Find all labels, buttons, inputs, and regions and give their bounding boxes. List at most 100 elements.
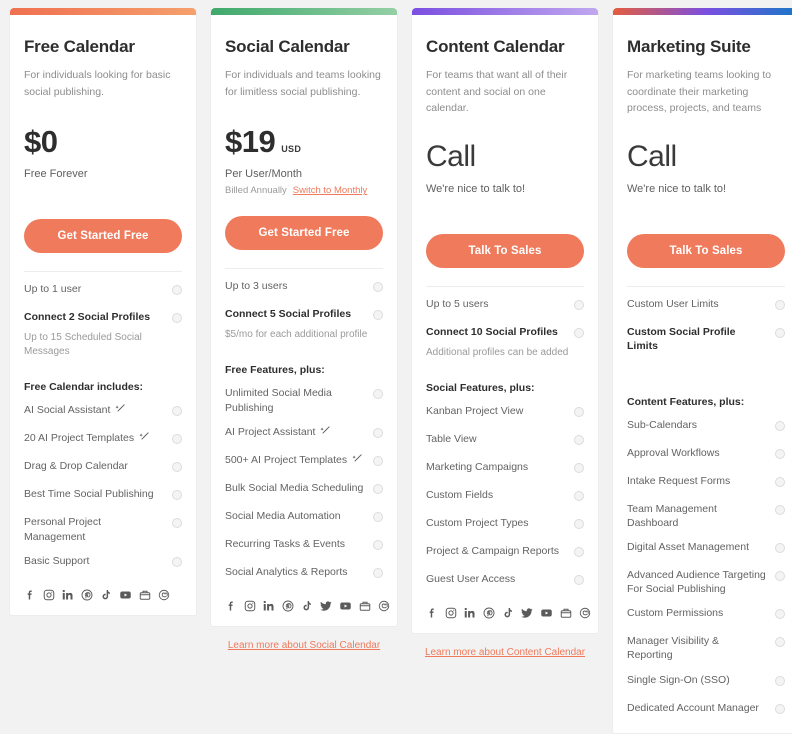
feature-text: Best Time Social Publishing <box>24 488 154 501</box>
feature-info-icon[interactable] <box>172 490 182 501</box>
feature-info-icon[interactable] <box>775 570 785 581</box>
social-network-icons <box>225 600 390 612</box>
price-subtitle: Per User/Month <box>225 168 303 181</box>
feature-list: Up to 1 user Connect 2 Social Profiles Up … <box>24 272 182 571</box>
feature-info-icon[interactable] <box>775 328 785 339</box>
feature-label: 20 AI Project Templates <box>24 431 164 445</box>
twitter-icon <box>521 607 533 619</box>
feature-row: Approval Workflows <box>627 436 785 464</box>
feature-info-icon[interactable] <box>172 462 182 473</box>
feature-subtext: $5/mo for each additional profile <box>225 329 368 341</box>
feature-text: Connect 10 Social Profiles <box>426 326 558 339</box>
learn-more-link[interactable]: Learn more about Content Calendar <box>411 647 599 658</box>
plan-cta-button[interactable]: Get Started Free <box>225 216 383 251</box>
feature-row: Advanced Audience Targeting For Social P… <box>627 558 785 596</box>
feature-text: AI Social Assistant <box>24 404 111 417</box>
feature-text: Bulk Social Media Scheduling <box>225 481 364 494</box>
feature-text: AI Project Assistant <box>225 425 316 438</box>
plan-description: For marketing teams looking to coordinat… <box>627 69 772 114</box>
pricing-card: Marketing Suite For marketing teams looki… <box>612 8 792 734</box>
feature-info-icon[interactable] <box>775 609 785 620</box>
feature-info-icon[interactable] <box>574 463 584 474</box>
price-block: Call We're nice to talk to! <box>426 142 584 214</box>
feature-info-icon[interactable] <box>574 547 584 558</box>
feature-text: Social Media Automation <box>225 509 341 522</box>
feature-info-icon[interactable] <box>373 539 383 550</box>
feature-label: Custom Permissions <box>627 606 767 620</box>
price-subtitle: We're nice to talk to! <box>426 183 526 196</box>
feature-text: Guest User Access <box>426 573 516 586</box>
feature-info-icon[interactable] <box>172 556 182 567</box>
price-currency: USD <box>281 144 302 155</box>
feature-info-icon[interactable] <box>574 435 584 446</box>
feature-text: Sub-Calendars <box>627 418 698 431</box>
plan-description: For individuals and teams looking for li… <box>225 69 381 98</box>
feature-info-icon[interactable] <box>775 703 785 714</box>
feature-label: Up to 3 users <box>225 279 365 293</box>
feature-info-icon[interactable] <box>775 420 785 431</box>
plan-cta-button[interactable]: Talk To Sales <box>627 234 785 269</box>
plan-cta-button[interactable]: Get Started Free <box>24 219 182 254</box>
feature-info-icon[interactable] <box>373 511 383 522</box>
feature-text: Table View <box>426 433 477 446</box>
mastodon-icon <box>158 589 170 601</box>
feature-info-icon[interactable] <box>775 448 785 459</box>
feature-info-icon[interactable] <box>172 434 182 445</box>
feature-info-icon[interactable] <box>574 300 584 311</box>
feature-info-icon[interactable] <box>373 455 383 466</box>
feature-info-icon[interactable] <box>373 389 383 400</box>
feature-info-icon[interactable] <box>775 675 785 686</box>
feature-row: Drag & Drop Calendar <box>24 449 182 477</box>
feature-label: Bulk Social Media Scheduling <box>225 481 365 495</box>
feature-text: Project & Campaign Reports <box>426 545 560 558</box>
feature-info-icon[interactable] <box>775 476 785 487</box>
feature-row: Digital Asset Management <box>627 530 785 558</box>
plan-cta-button[interactable]: Talk To Sales <box>426 234 584 269</box>
feature-row: Guest User Access <box>426 562 584 590</box>
plan-column: Social Calendar For individuals and teams… <box>210 8 398 651</box>
price-amount: Call <box>627 140 677 174</box>
google-business-icon <box>139 589 151 601</box>
feature-info-icon[interactable] <box>775 542 785 553</box>
feature-info-icon[interactable] <box>373 567 383 578</box>
feature-text: Up to 3 users <box>225 280 288 293</box>
facebook-icon <box>225 600 237 612</box>
feature-info-icon[interactable] <box>574 407 584 418</box>
feature-row: Custom Social Profile Limits <box>627 315 785 353</box>
feature-row: Custom User Limits <box>627 287 785 315</box>
feature-info-icon[interactable] <box>574 328 584 339</box>
feature-info-icon[interactable] <box>775 300 785 311</box>
feature-info-icon[interactable] <box>373 483 383 494</box>
feature-info-icon[interactable] <box>172 406 182 417</box>
feature-info-icon[interactable] <box>172 518 182 529</box>
learn-more-link[interactable]: Learn more about Social Calendar <box>210 640 398 651</box>
feature-info-icon[interactable] <box>574 519 584 530</box>
switch-billing-link[interactable]: Switch to Monthly <box>293 185 367 196</box>
feature-subtext-spacer <box>627 354 785 374</box>
feature-label: Best Time Social Publishing <box>24 487 164 501</box>
billing-period-label: Billed Annually <box>225 185 287 197</box>
feature-info-icon[interactable] <box>172 313 182 324</box>
feature-group-heading: Free Features, plus: <box>225 364 325 377</box>
feature-info-icon[interactable] <box>172 285 182 296</box>
feature-list: Up to 5 users Connect 10 Social Profiles A… <box>426 287 584 590</box>
feature-row: Sub-Calendars <box>627 408 785 436</box>
feature-text: Dedicated Account Manager <box>627 701 759 714</box>
feature-info-icon[interactable] <box>775 637 785 648</box>
feature-info-icon[interactable] <box>574 491 584 502</box>
feature-info-icon[interactable] <box>373 310 383 321</box>
pricing-grid: Free Calendar For individuals looking for… <box>0 0 792 734</box>
feature-info-icon[interactable] <box>775 504 785 515</box>
feature-label: Custom Fields <box>426 488 566 502</box>
plan-title: Social Calendar <box>225 37 350 56</box>
feature-row: Up to 1 user <box>24 272 182 300</box>
feature-info-icon[interactable] <box>373 282 383 293</box>
feature-info-icon[interactable] <box>373 427 383 438</box>
social-network-icons <box>24 589 182 601</box>
feature-row: Up to 3 users <box>225 269 383 297</box>
linkedin-icon <box>263 600 275 612</box>
feature-info-icon[interactable] <box>574 575 584 586</box>
feature-row: Unlimited Social Media Publishing <box>225 376 383 414</box>
card-body: Free Calendar For individuals looking for… <box>10 37 196 615</box>
price-row: $0 <box>24 126 182 157</box>
